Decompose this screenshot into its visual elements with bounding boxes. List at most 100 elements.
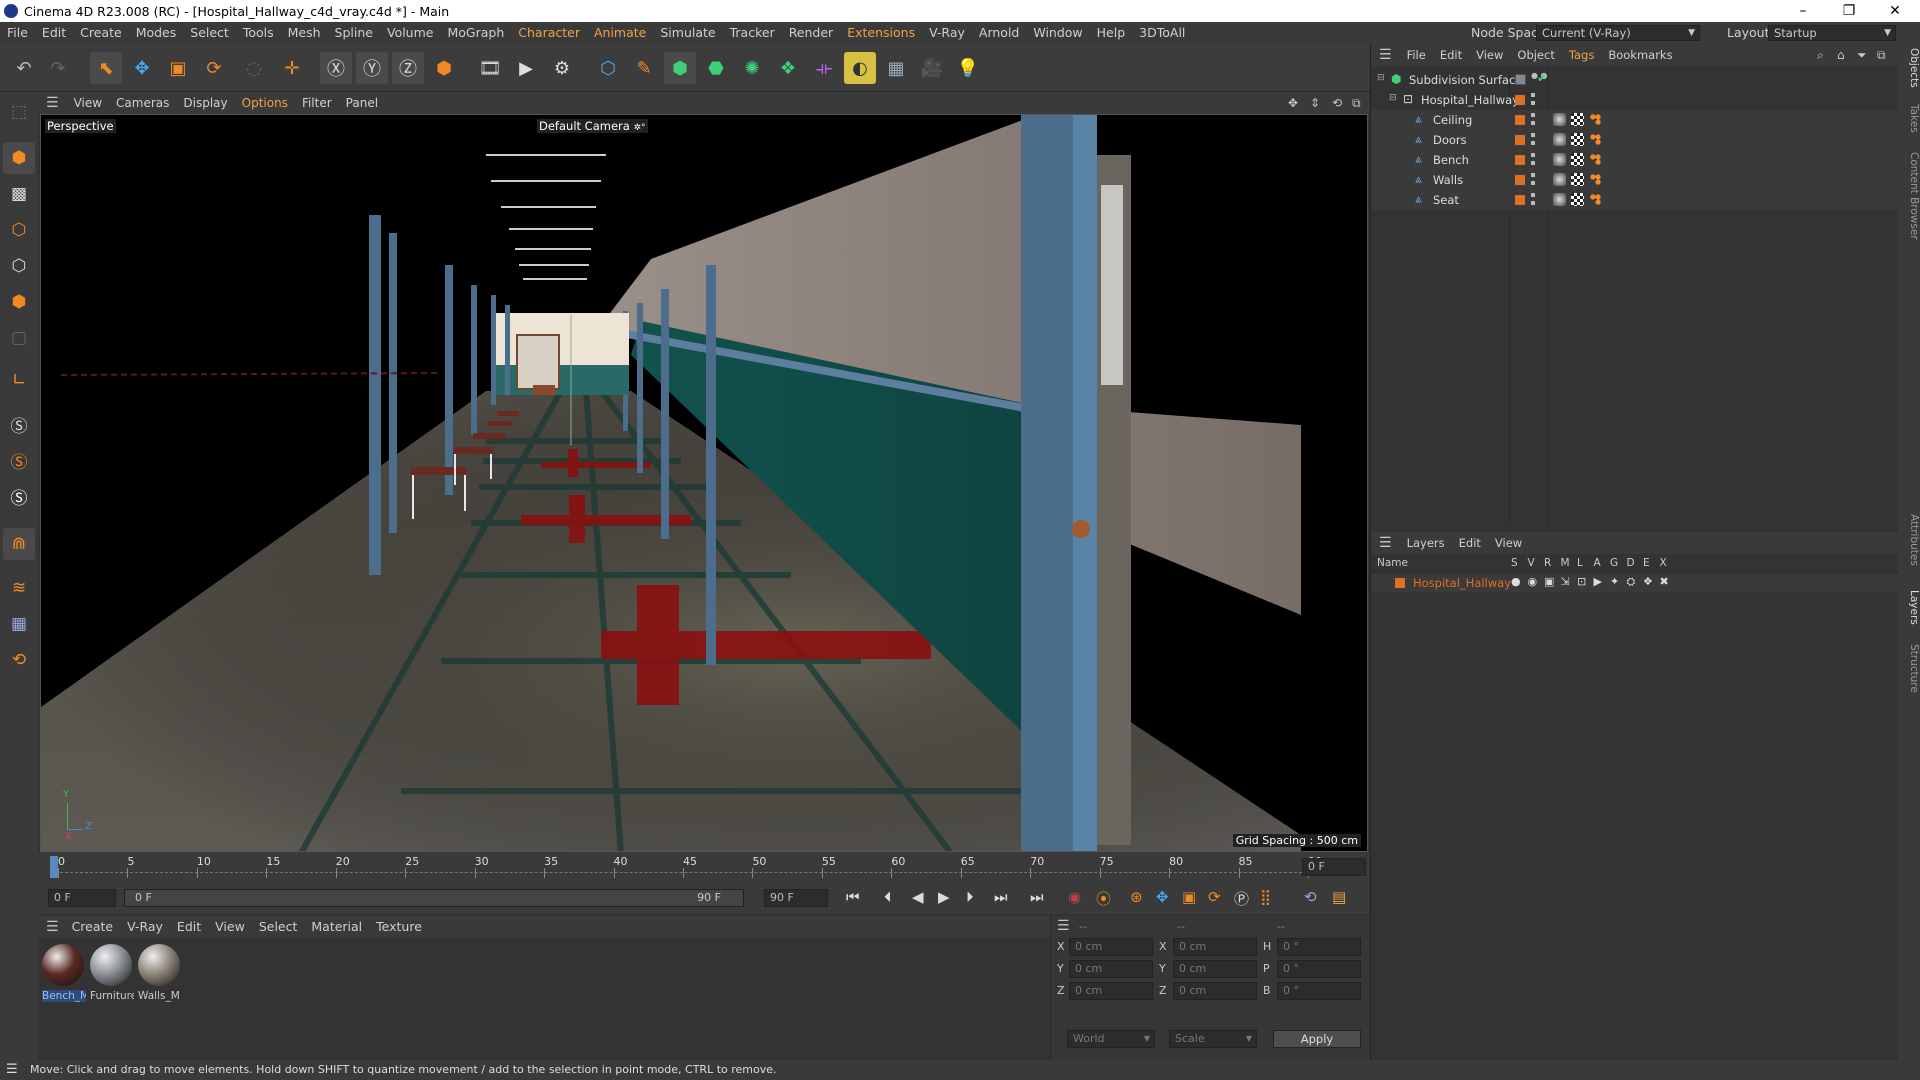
vray-tag-icon[interactable] bbox=[1589, 173, 1602, 186]
material-tag-icon[interactable] bbox=[1553, 133, 1566, 146]
go-to-end-icon[interactable]: ⏭ bbox=[1030, 888, 1044, 906]
deformer-icon[interactable]: ⛭ bbox=[1627, 575, 1636, 589]
menu-simulate[interactable]: Simulate bbox=[653, 22, 722, 44]
viewport-menu-display[interactable]: Display bbox=[176, 92, 234, 114]
layer-column-header[interactable]: S bbox=[1511, 557, 1518, 569]
coord-pos-field[interactable]: 0 cm bbox=[1069, 960, 1153, 978]
object-menu-edit[interactable]: Edit bbox=[1433, 44, 1469, 66]
layer-color-swatch[interactable] bbox=[1515, 115, 1525, 125]
record-keys-icon[interactable]: ◉ bbox=[1068, 888, 1081, 906]
menu-animate[interactable]: Animate bbox=[587, 22, 653, 44]
material-menu-material[interactable]: Material bbox=[304, 916, 369, 938]
move-tool-icon[interactable]: ✥ bbox=[126, 52, 158, 84]
material-swatch[interactable] bbox=[138, 944, 180, 986]
object-row[interactable]: ⊟ ⬢ Subdivision Surface ● ● ✔ bbox=[1371, 70, 1899, 90]
menu-extensions[interactable]: Extensions bbox=[840, 22, 922, 44]
menu-create[interactable]: Create bbox=[73, 22, 129, 44]
hamburger-icon[interactable]: ☰ bbox=[1379, 47, 1392, 63]
right-tab-layers[interactable]: Layers bbox=[1898, 590, 1920, 625]
texture-tag-icon[interactable] bbox=[1571, 133, 1584, 146]
play-icon[interactable]: ▶ bbox=[938, 888, 950, 906]
autokey-icon[interactable]: ⦿ bbox=[1096, 888, 1111, 909]
expression-icon[interactable]: ❖ bbox=[1643, 575, 1653, 588]
viewport-menu-view[interactable]: View bbox=[67, 92, 109, 114]
subdivision-icon[interactable]: ⬢ bbox=[664, 52, 696, 84]
3d-viewport[interactable]: Perspective Default Camera ✲° Grid Spaci… bbox=[40, 114, 1368, 852]
material-menu-view[interactable]: View bbox=[208, 916, 252, 938]
layer-column-header[interactable]: R bbox=[1544, 557, 1551, 569]
layer-column-header[interactable]: Name bbox=[1377, 557, 1408, 569]
checkmark-icon[interactable]: ✔ bbox=[1537, 71, 1547, 85]
timeline-window-icon[interactable]: ▤ bbox=[1332, 888, 1346, 906]
camera-icon[interactable]: 🎥 bbox=[916, 52, 948, 84]
key-rotation-icon[interactable]: ⟳ bbox=[1208, 888, 1221, 906]
viewport-maximize-icon[interactable]: ⧉ bbox=[1352, 96, 1361, 111]
animation-icon[interactable]: ▶ bbox=[1594, 575, 1602, 588]
edge-mode-icon[interactable]: ⬡ bbox=[3, 250, 35, 282]
material-menu-v-ray[interactable]: V-Ray bbox=[120, 916, 170, 938]
coord-mode-select[interactable]: World ▼ bbox=[1067, 1030, 1155, 1048]
hamburger-icon[interactable]: ☰ bbox=[46, 95, 59, 111]
object-row[interactable]: ⩓ Bench bbox=[1371, 150, 1899, 170]
visibility-dots[interactable] bbox=[1531, 133, 1535, 147]
snap-icon[interactable]: Ⓢ bbox=[3, 408, 35, 440]
material-menu-select[interactable]: Select bbox=[252, 916, 305, 938]
xref-icon[interactable]: ✖ bbox=[1660, 575, 1669, 588]
layer-column-header[interactable]: A bbox=[1594, 557, 1601, 569]
previous-frame-icon[interactable]: ◀ bbox=[912, 888, 924, 906]
object-row[interactable]: ⩓ Doors bbox=[1371, 130, 1899, 150]
menu-mesh[interactable]: Mesh bbox=[281, 22, 328, 44]
key-pla-icon[interactable]: ⣿ bbox=[1260, 888, 1271, 906]
menu-tracker[interactable]: Tracker bbox=[723, 22, 782, 44]
node-space-select[interactable]: Current (V-Ray) ▼ bbox=[1536, 25, 1700, 41]
object-name[interactable]: Walls bbox=[1433, 173, 1463, 187]
search-icon[interactable]: ⌕ bbox=[1817, 48, 1824, 63]
polygon-mode-icon[interactable]: ⬢ bbox=[3, 286, 35, 318]
close-button[interactable]: ✕ bbox=[1872, 0, 1918, 22]
layer-column-header[interactable]: X bbox=[1660, 557, 1667, 569]
layer-column-header[interactable]: E bbox=[1643, 557, 1650, 569]
object-menu-view[interactable]: View bbox=[1469, 44, 1510, 66]
motion-system-icon[interactable]: ⟲ bbox=[1304, 888, 1317, 906]
vray-tag-icon[interactable] bbox=[1589, 193, 1602, 206]
object-menu-bookmarks[interactable]: Bookmarks bbox=[1601, 44, 1679, 66]
menu-arnold[interactable]: Arnold bbox=[972, 22, 1026, 44]
material-name[interactable]: Furniture bbox=[90, 990, 134, 1002]
hamburger-icon[interactable]: ☰ bbox=[1057, 918, 1070, 934]
right-tab-takes[interactable]: Takes bbox=[1898, 104, 1920, 133]
object-name[interactable]: Bench bbox=[1433, 153, 1469, 167]
coord-scale-select[interactable]: Scale ▼ bbox=[1169, 1030, 1257, 1048]
menu-volume[interactable]: Volume bbox=[380, 22, 441, 44]
generator-icon[interactable]: ✦ bbox=[1610, 575, 1619, 588]
layer-color-swatch[interactable] bbox=[1395, 578, 1405, 588]
menu-character[interactable]: Character bbox=[511, 22, 587, 44]
model-mode-icon[interactable]: ⬢ bbox=[3, 142, 35, 174]
object-name[interactable]: Ceiling bbox=[1433, 113, 1472, 127]
render-settings-icon[interactable]: ⚙ bbox=[546, 52, 578, 84]
material-name[interactable]: Walls_M bbox=[138, 990, 182, 1002]
previous-key-icon[interactable]: ⏴ bbox=[884, 888, 892, 906]
layer-color-swatch[interactable] bbox=[1515, 175, 1525, 185]
object-menu-tags[interactable]: Tags bbox=[1562, 44, 1601, 66]
hamburger-icon[interactable]: ☰ bbox=[6, 1060, 18, 1080]
timeline-ruler[interactable]: 051015202530354045505560657075808590 0 F bbox=[38, 852, 1370, 882]
z-axis-lock-icon[interactable]: Ⓩ bbox=[392, 52, 424, 84]
key-param-icon[interactable]: Ⓟ bbox=[1234, 888, 1249, 909]
enabled-checkbox-icon[interactable] bbox=[1515, 74, 1526, 85]
make-editable-icon[interactable]: ⬚ bbox=[3, 96, 35, 128]
current-frame-field[interactable]: 0 F bbox=[1302, 858, 1366, 876]
viewport-menu-options[interactable]: Options bbox=[235, 92, 295, 114]
object-name[interactable]: Doors bbox=[1433, 133, 1467, 147]
coord-rot-field[interactable]: 0 ° bbox=[1277, 960, 1361, 978]
go-to-start-icon[interactable]: ⏮ bbox=[846, 888, 860, 906]
snap-2d-icon[interactable]: Ⓢ bbox=[3, 480, 35, 512]
material-swatch[interactable] bbox=[90, 944, 132, 986]
expand-icon[interactable]: ⊟ bbox=[1377, 73, 1385, 83]
material-tag-icon[interactable] bbox=[1553, 113, 1566, 126]
coord-size-field[interactable]: 0 cm bbox=[1173, 938, 1257, 956]
visibility-dots[interactable] bbox=[1531, 193, 1535, 207]
uv-mode-icon[interactable]: ▢ bbox=[3, 322, 35, 354]
cube-icon[interactable]: ⬡ bbox=[592, 52, 624, 84]
hamburger-icon[interactable]: ☰ bbox=[46, 919, 59, 935]
object-row[interactable]: ⩓ Ceiling bbox=[1371, 110, 1899, 130]
